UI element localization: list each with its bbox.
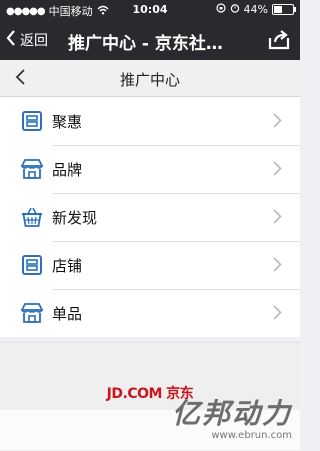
back-label: 返回 (20, 33, 48, 49)
chevron-right-icon (273, 257, 282, 276)
list-item-brand[interactable]: 品牌 (0, 145, 300, 193)
chevron-left-icon (6, 30, 16, 50)
rotation-lock-icon (215, 3, 226, 16)
storefront-icon (20, 301, 44, 325)
list-item-juhui[interactable]: 聚惠 (0, 97, 300, 145)
battery-icon (272, 4, 296, 15)
list-item-label: 新发现 (52, 209, 98, 227)
chevron-right-icon (273, 209, 282, 228)
alarm-icon (230, 3, 240, 16)
list-item-label: 店铺 (52, 257, 83, 275)
status-bar: ●●●●● 中国移动 10:04 44% (0, 0, 300, 20)
list-item-label: 单品 (52, 305, 83, 323)
storefront-icon (20, 157, 44, 181)
watermark-text: 亿邦动力 (171, 397, 292, 430)
watermark: 亿邦动力 www.ebrun.com (172, 392, 292, 441)
share-button[interactable] (268, 30, 290, 54)
status-right: 44% (215, 3, 296, 16)
list-item-label: 聚惠 (52, 113, 83, 131)
sub-header-title: 推广中心 (119, 71, 180, 89)
back-button[interactable]: 返回 (6, 30, 48, 50)
list-item-shop[interactable]: 店铺 (0, 241, 300, 289)
chevron-right-icon (273, 305, 282, 324)
promotion-menu-list: 聚惠 品牌 新发现 店铺 单品 (0, 97, 300, 337)
list-item-single-product[interactable]: 单品 (0, 289, 300, 337)
share-icon (268, 30, 290, 54)
chevron-right-icon (273, 161, 282, 180)
battery-percent: 44% (243, 3, 268, 16)
basket-icon (20, 205, 44, 229)
list-item-discover[interactable]: 新发现 (0, 193, 300, 241)
page-title: 推广中心 - 京东社… (68, 34, 223, 54)
sub-header: 推广中心 (0, 60, 300, 97)
battery-level (274, 6, 282, 13)
store-board-icon (20, 253, 44, 277)
store-board-icon (20, 109, 44, 133)
navigation-bar: 返回 推广中心 - 京东社… (0, 20, 300, 60)
list-item-label: 品牌 (52, 161, 83, 179)
chevron-right-icon (273, 113, 282, 132)
